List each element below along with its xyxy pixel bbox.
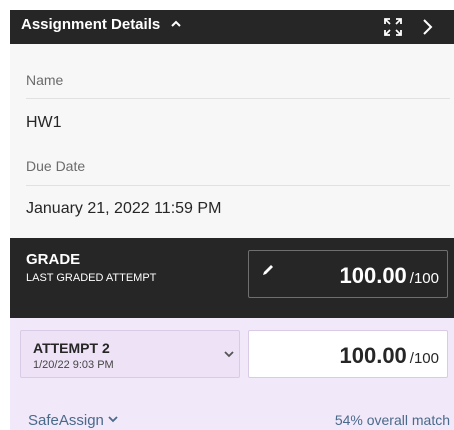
- attempt-score: 100.00/100: [340, 343, 440, 369]
- grade-score-value: 100.00: [339, 263, 407, 288]
- grade-score-max: /100: [409, 270, 439, 287]
- grade-subtitle: LAST GRADED ATTEMPT: [26, 272, 157, 284]
- expand-icon[interactable]: [383, 17, 403, 37]
- chevron-down-icon: [108, 416, 118, 423]
- attempt-section: ATTEMPT 2 1/20/22 9:03 PM 100.00/100 Saf…: [10, 318, 454, 430]
- divider: [26, 98, 450, 99]
- pencil-icon[interactable]: [261, 263, 275, 277]
- grade-title: GRADE: [26, 251, 81, 268]
- chevron-right-icon[interactable]: [420, 17, 434, 37]
- safeassign-label: SafeAssign: [28, 412, 104, 429]
- attempt-title: ATTEMPT 2: [33, 340, 110, 356]
- panel-title: Assignment Details: [21, 16, 161, 33]
- assignment-details-panel: Assignment Details Name HW1 Due Date Jan…: [10, 10, 454, 430]
- name-value: HW1: [26, 114, 62, 131]
- grade-section: GRADE LAST GRADED ATTEMPT 100.00/100: [10, 238, 454, 318]
- grade-box[interactable]: 100.00/100: [248, 250, 448, 298]
- divider: [26, 185, 450, 186]
- safeassign-toggle[interactable]: SafeAssign: [28, 412, 118, 429]
- name-label: Name: [26, 72, 64, 88]
- panel-header: Assignment Details: [10, 10, 454, 44]
- grade-score: 100.00/100: [340, 263, 440, 289]
- attempt-score-max: /100: [409, 350, 439, 367]
- attempt-dropdown[interactable]: ATTEMPT 2 1/20/22 9:03 PM: [20, 330, 240, 378]
- due-date-value: January 21, 2022 11:59 PM: [26, 200, 222, 217]
- safeassign-match-link[interactable]: 54% overall match: [335, 412, 450, 428]
- attempt-score-value: 100.00: [339, 343, 407, 368]
- chevron-down-icon[interactable]: [223, 348, 235, 360]
- attempt-date: 1/20/22 9:03 PM: [33, 359, 114, 371]
- due-date-label: Due Date: [26, 158, 86, 174]
- attempt-score-box[interactable]: 100.00/100: [248, 330, 448, 378]
- assignment-details: Name HW1 Due Date January 21, 2022 11:59…: [10, 44, 454, 238]
- chevron-up-icon[interactable]: [169, 17, 183, 31]
